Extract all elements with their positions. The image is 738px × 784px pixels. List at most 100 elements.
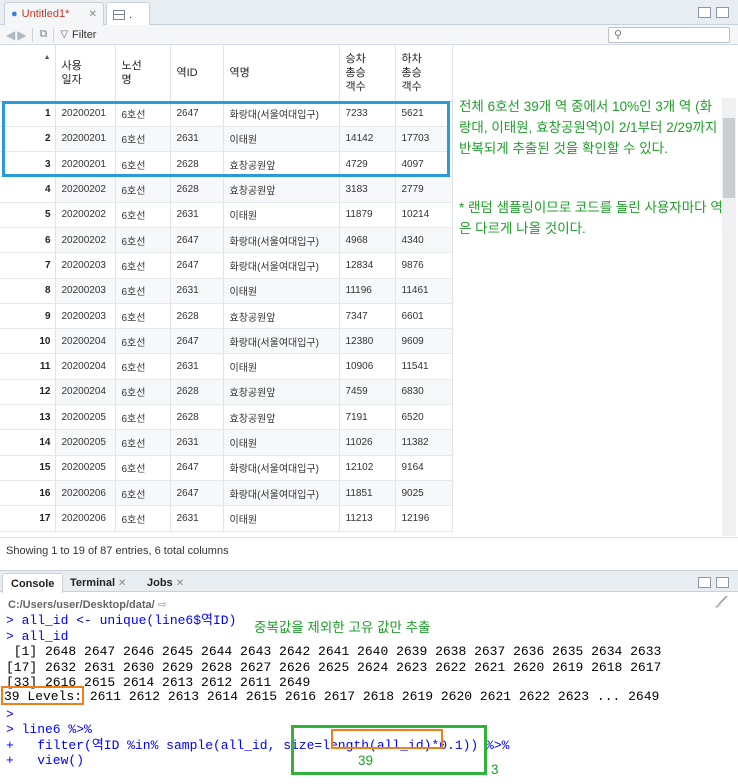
table-row[interactable]: 14 20200205 6호선 2631 이태원 11026 11382 bbox=[0, 429, 453, 456]
column-header-line[interactable]: 노선 명 bbox=[115, 45, 171, 102]
table-row[interactable]: 12 20200204 6호선 2628 효창공원앞 7459 6830 bbox=[0, 379, 453, 406]
filter-button[interactable]: ▽ Filter bbox=[60, 29, 96, 41]
table-cell: 9164 bbox=[395, 455, 453, 481]
table-row[interactable]: 15 20200205 6호선 2647 화랑대(서울여대입구) 12102 9164 bbox=[0, 455, 453, 481]
table-cell: 20200204 bbox=[55, 353, 116, 380]
tab-console-label: Console bbox=[11, 578, 55, 590]
header-label: 역ID bbox=[176, 66, 198, 79]
table-cell: 7191 bbox=[339, 404, 396, 431]
header-label: 노선 명 bbox=[121, 59, 142, 86]
table-cell: 9609 bbox=[395, 328, 453, 355]
table-cell: 20200202 bbox=[55, 202, 116, 228]
row-number-cell: 14 bbox=[0, 429, 56, 456]
clear-console-broom-icon[interactable] bbox=[712, 596, 728, 608]
annotation-sample-note: 전체 6호선 39개 역 중에서 10%인 3개 역 (화랑대, 이태원, 효창… bbox=[459, 99, 718, 156]
column-header-date[interactable]: 사용 일자 bbox=[55, 45, 116, 102]
table-cell: 2631 bbox=[170, 353, 224, 380]
table-cell: 효창공원앞 bbox=[223, 176, 340, 203]
table-cell: 20200203 bbox=[55, 252, 116, 279]
close-icon[interactable]: ✕ bbox=[118, 578, 126, 589]
table-cell: 이태원 bbox=[223, 278, 340, 304]
table-cell: 6호선 bbox=[115, 379, 171, 406]
table-header-row: ▲ 사용 일자 노선 명 역ID 역명 승차 총승 객수 하차 총승 객수 bbox=[0, 45, 453, 102]
table-row[interactable]: 9 20200203 6호선 2628 효창공원앞 7347 6601 bbox=[0, 303, 453, 330]
table-cell: 2647 bbox=[170, 480, 224, 507]
column-header-id[interactable]: 역ID bbox=[170, 45, 224, 102]
r-script-icon: ● bbox=[11, 8, 18, 20]
tab-jobs[interactable]: Jobs ✕ bbox=[139, 573, 192, 593]
table-row[interactable]: 17 20200206 6호선 2631 이태원 11213 12196 bbox=[0, 505, 453, 532]
table-cell: 6호선 bbox=[115, 404, 171, 431]
row-number-cell: 5 bbox=[0, 202, 56, 228]
table-row[interactable]: 16 20200206 6호선 2647 화랑대(서울여대입구) 11851 9025 bbox=[0, 480, 453, 507]
tab-terminal[interactable]: Terminal ✕ bbox=[62, 573, 134, 593]
row-number-cell: 10 bbox=[0, 328, 56, 355]
table-cell: 6호선 bbox=[115, 202, 171, 228]
table-cell: 3183 bbox=[339, 176, 396, 203]
table-row[interactable]: 5 20200202 6호선 2631 이태원 11879 10214 bbox=[0, 202, 453, 228]
table-cell: 2631 bbox=[170, 505, 224, 532]
table-cell: 6520 bbox=[395, 404, 453, 431]
table-cell: 2628 bbox=[170, 176, 224, 203]
console-line: > all_id bbox=[6, 628, 69, 644]
tab-console[interactable]: Console bbox=[2, 573, 64, 593]
popout-icon[interactable]: ⧉ bbox=[39, 28, 47, 41]
table-cell: 20200206 bbox=[55, 505, 116, 532]
table-cell: 6601 bbox=[395, 303, 453, 330]
maximize-pane-icon[interactable] bbox=[716, 577, 729, 588]
table-row[interactable]: 4 20200202 6호선 2628 효창공원앞 3183 2779 bbox=[0, 176, 453, 203]
annotation-random-note: * 랜덤 샘플링이므로 코드를 돌린 사용자마다 역은 다르게 나올 것이다. bbox=[459, 200, 723, 236]
console-line: + view() bbox=[6, 753, 85, 769]
table-row[interactable]: 10 20200204 6호선 2647 화랑대(서울여대입구) 12380 9609 bbox=[0, 328, 453, 355]
table-cell: 11461 bbox=[395, 278, 453, 304]
row-number-cell: 13 bbox=[0, 404, 56, 431]
table-cell: 효창공원앞 bbox=[223, 303, 340, 330]
tab-untitled1[interactable]: ● Untitled1* ✕ bbox=[4, 2, 104, 25]
table-cell: 화랑대(서울여대입구) bbox=[223, 455, 340, 481]
table-cell: 6호선 bbox=[115, 455, 171, 481]
go-to-directory-icon[interactable]: ⇨ bbox=[158, 599, 167, 611]
back-arrow-icon[interactable]: ◀ bbox=[6, 28, 15, 42]
toolbar-divider bbox=[53, 27, 55, 42]
table-cell: 20200203 bbox=[55, 303, 116, 330]
table-row[interactable]: 7 20200203 6호선 2647 화랑대(서울여대입구) 12834 9876 bbox=[0, 252, 453, 279]
tab-data-label: . bbox=[129, 8, 133, 21]
table-cell: 20200205 bbox=[55, 455, 116, 481]
row-number-cell: 12 bbox=[0, 379, 56, 406]
table-row[interactable]: 8 20200203 6호선 2631 이태원 11196 11461 bbox=[0, 278, 453, 304]
search-input[interactable]: ⚲ bbox=[608, 27, 730, 43]
column-header-on[interactable]: 승차 총승 객수 bbox=[339, 45, 396, 102]
close-icon[interactable]: ✕ bbox=[89, 9, 97, 20]
toolbar-divider bbox=[32, 27, 34, 42]
scrollbar-thumb[interactable] bbox=[723, 118, 735, 198]
table-cell: 6호선 bbox=[115, 278, 171, 304]
minimize-pane-icon[interactable] bbox=[698, 577, 711, 588]
highlight-levels bbox=[1, 686, 84, 705]
minimize-pane-icon[interactable] bbox=[698, 7, 711, 18]
table-cell: 7347 bbox=[339, 303, 396, 330]
row-number-cell: 9 bbox=[0, 303, 56, 330]
column-header-name[interactable]: 역명 bbox=[223, 45, 340, 102]
console-line: [1] 2648 2647 2646 2645 2644 2643 2642 2… bbox=[6, 644, 662, 660]
row-number-header[interactable]: ▲ bbox=[0, 45, 56, 102]
table-cell: 2628 bbox=[170, 303, 224, 330]
header-label: 역명 bbox=[229, 66, 250, 79]
table-row[interactable]: 6 20200202 6호선 2647 화랑대(서울여대입구) 4968 4340 bbox=[0, 227, 453, 254]
filter-funnel-icon: ▽ bbox=[60, 29, 69, 40]
table-cell: 효창공원앞 bbox=[223, 404, 340, 431]
table-scrollbar[interactable] bbox=[722, 98, 736, 536]
row-number-cell: 6 bbox=[0, 227, 56, 254]
row-number-cell: 15 bbox=[0, 455, 56, 481]
table-row[interactable]: 13 20200205 6호선 2628 효창공원앞 7191 6520 bbox=[0, 404, 453, 431]
tab-data-viewer[interactable]: . bbox=[106, 2, 150, 26]
forward-arrow-icon[interactable]: ▶ bbox=[17, 28, 26, 42]
maximize-pane-icon[interactable] bbox=[716, 7, 729, 18]
console-line: [17] 2632 2631 2630 2629 2628 2627 2626 … bbox=[6, 659, 662, 675]
table-cell: 11196 bbox=[339, 278, 396, 304]
highlight-length-call bbox=[331, 729, 443, 749]
table-cell: 12196 bbox=[395, 505, 453, 532]
table-row[interactable]: 11 20200204 6호선 2631 이태원 10906 11541 bbox=[0, 353, 453, 380]
table-cell: 화랑대(서울여대입구) bbox=[223, 328, 340, 355]
column-header-off[interactable]: 하차 총승 객수 bbox=[395, 45, 453, 102]
close-icon[interactable]: ✕ bbox=[176, 578, 184, 589]
